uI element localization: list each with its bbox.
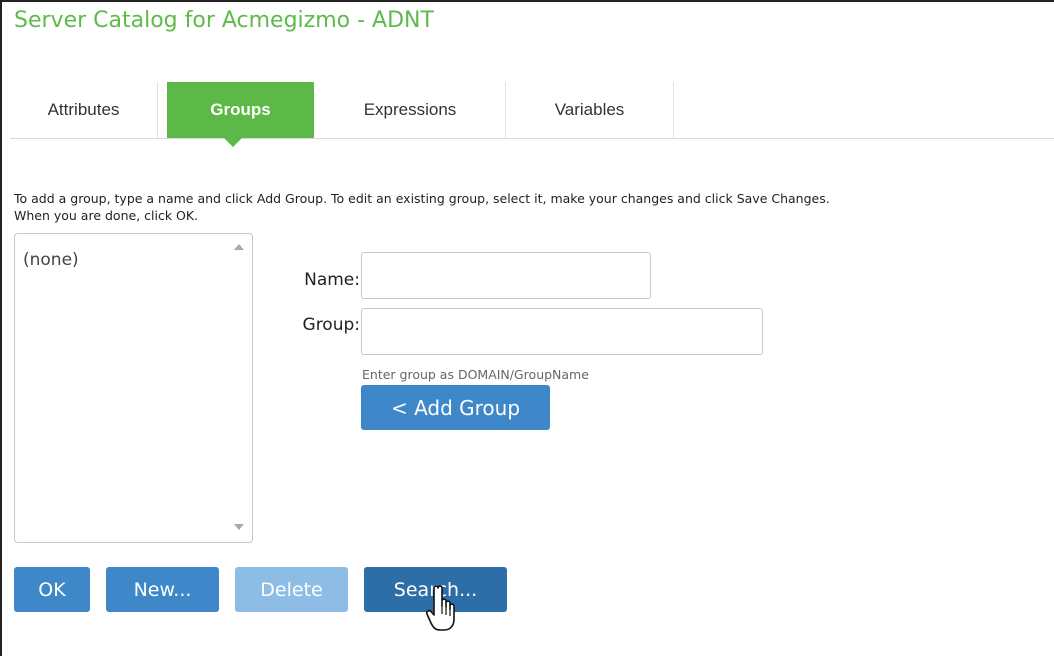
instructions-line-1: To add a group, type a name and click Ad… [14,191,830,206]
instructions-line-2: When you are done, click OK. [14,208,199,223]
page-title: Server Catalog for Acmegizmo - ADNT [14,8,434,33]
list-item[interactable]: (none) [23,250,79,270]
delete-button[interactable]: Delete [235,567,348,612]
scroll-down-arrow-icon[interactable] [234,524,244,530]
scroll-up-arrow-icon[interactable] [234,244,244,250]
name-label: Name: [304,270,360,290]
ok-button[interactable]: OK [14,567,90,612]
tab-variables[interactable]: Variables [506,82,674,138]
catalog-dialog: Server Catalog for Acmegizmo - ADNT Attr… [0,0,1054,656]
group-listbox[interactable]: (none) [14,233,253,543]
group-label: Group: [302,315,360,335]
tab-attributes[interactable]: Attributes [10,82,158,138]
name-input[interactable] [361,252,651,299]
add-group-button[interactable]: < Add Group [361,385,550,430]
new-button[interactable]: New... [106,567,219,612]
tab-groups[interactable]: Groups [167,82,314,138]
group-input[interactable] [361,308,763,355]
tab-expressions[interactable]: Expressions [315,82,506,138]
hand-pointer-cursor-icon [426,585,455,631]
active-tab-indicator [224,138,242,147]
instructions: To add a group, type a name and click Ad… [14,190,830,224]
tab-bar: Attributes Groups Expressions Variables [10,82,1054,139]
group-format-hint: Enter group as DOMAIN/GroupName [362,367,589,382]
